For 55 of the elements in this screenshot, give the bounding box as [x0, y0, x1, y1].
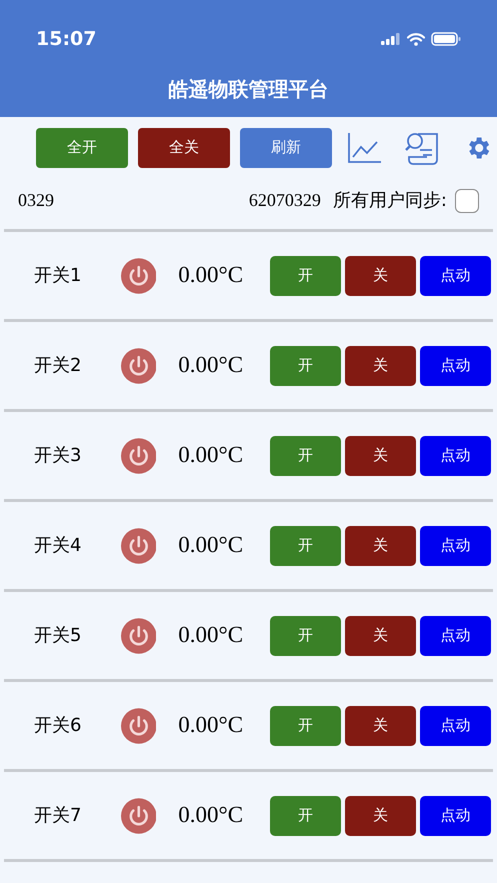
switch-name: 开关3	[34, 444, 82, 468]
power-icon	[120, 798, 156, 834]
switch-button[interactable]: 关	[345, 616, 416, 656]
switch-name: 开关4	[34, 534, 82, 558]
switch-button[interactable]: 点动	[420, 256, 491, 296]
toolbar-button[interactable]: 刷新	[240, 128, 332, 168]
switch-button[interactable]: 关	[345, 256, 416, 296]
switch-name: 开关5	[34, 624, 82, 648]
switch-name: 开关2	[34, 354, 82, 378]
switch-button[interactable]: 开	[270, 796, 341, 836]
toolbar-button[interactable]: 全关	[138, 128, 230, 168]
switch-button[interactable]: 开	[270, 436, 341, 476]
signal-icon	[381, 33, 401, 45]
switch-button[interactable]: 关	[345, 526, 416, 566]
app-title: 皓遥物联管理平台	[168, 76, 328, 102]
device-code: 0329	[18, 189, 54, 212]
switch-button[interactable]: 开	[270, 346, 341, 386]
switch-button[interactable]: 开	[270, 526, 341, 566]
sync-label: 所有用户同步:	[332, 189, 447, 213]
temperature-reading: 0.00°C	[178, 801, 244, 830]
wifi-icon	[407, 32, 425, 46]
switch-button[interactable]: 关	[345, 346, 416, 386]
switch-button[interactable]: 关	[345, 796, 416, 836]
switch-button[interactable]: 开	[270, 706, 341, 746]
temperature-reading: 0.00°C	[178, 261, 244, 290]
temperature-reading: 0.00°C	[178, 441, 244, 470]
status-time: 15:07	[36, 26, 96, 52]
switch-button[interactable]: 关	[345, 436, 416, 476]
battery-icon	[431, 32, 461, 46]
switch-button[interactable]: 关	[345, 706, 416, 746]
power-icon	[120, 708, 156, 744]
switch-name: 开关7	[34, 804, 82, 828]
power-icon	[120, 348, 156, 384]
switch-button[interactable]: 开	[270, 616, 341, 656]
line-chart-icon[interactable]	[348, 132, 382, 162]
switch-button[interactable]: 点动	[420, 436, 491, 476]
switch-button[interactable]: 点动	[420, 526, 491, 566]
temperature-reading: 0.00°C	[178, 711, 244, 740]
switch-name: 开关1	[34, 264, 82, 288]
power-icon	[120, 438, 156, 474]
temperature-reading: 0.00°C	[178, 531, 244, 560]
temperature-reading: 0.00°C	[178, 351, 244, 380]
sync-checkbox[interactable]	[455, 188, 479, 212]
device-id: 62070329	[248, 189, 321, 212]
switch-button[interactable]: 点动	[420, 706, 491, 746]
toolbar-button[interactable]: 全开	[36, 128, 128, 168]
switch-button[interactable]: 点动	[420, 616, 491, 656]
switch-button[interactable]: 点动	[420, 346, 491, 386]
temperature-reading: 0.00°C	[178, 621, 244, 650]
switch-name: 开关6	[34, 714, 82, 738]
power-icon	[120, 258, 156, 294]
power-icon	[120, 528, 156, 564]
power-icon	[120, 618, 156, 654]
switch-button[interactable]: 点动	[420, 796, 491, 836]
switch-button[interactable]: 开	[270, 256, 341, 296]
